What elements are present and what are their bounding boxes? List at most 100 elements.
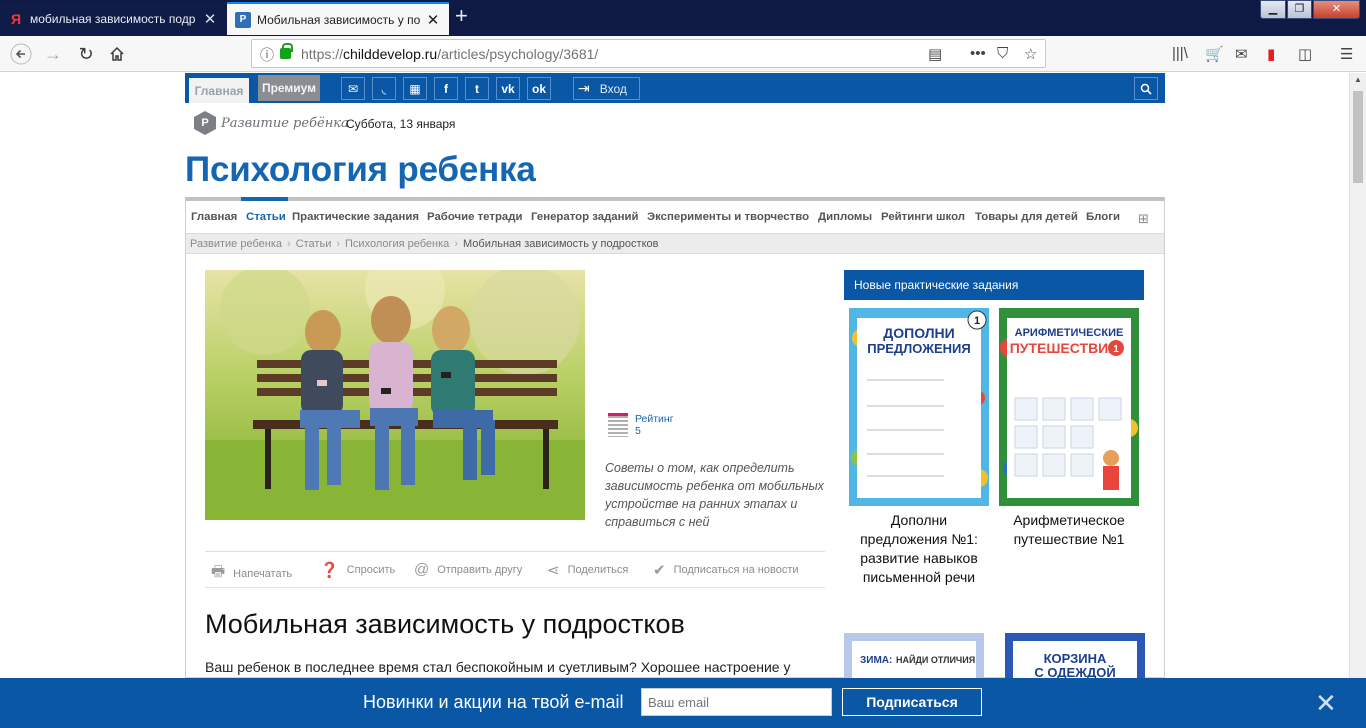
rating-bars-icon [608, 413, 628, 437]
main-content: Главная Статьи Практические задания Рабо… [185, 197, 1165, 680]
reload-icon[interactable]: ↻ [73, 42, 99, 66]
bookmark-star-icon[interactable]: ☆ [1024, 45, 1037, 63]
task-link-2[interactable]: Арифметическое путешествие №1 [999, 511, 1139, 549]
cart-icon[interactable]: 🛒 [1205, 45, 1224, 63]
site-info-icon[interactable]: ⓘ [260, 45, 274, 65]
tab-active[interactable]: Р Мобильная зависимость у по ✕ [227, 2, 449, 35]
page-scrollbar[interactable]: ▲ [1349, 73, 1366, 678]
new-tab-icon[interactable]: + [455, 5, 468, 27]
library-icon[interactable]: |||\ [1172, 45, 1188, 62]
task-cover-1[interactable]: 1 ДОПОЛНИ ПРЕДЛОЖЕНИЯ [849, 308, 989, 506]
article-rating[interactable]: Рейтинг 5 [608, 413, 674, 437]
email-promo-bar: Новинки и акции на твой e-mail Подписать… [0, 678, 1366, 728]
back-icon[interactable] [8, 42, 34, 66]
menu-item-blogs[interactable]: Блоги [1086, 211, 1120, 223]
top-premium-button[interactable]: Премиум [258, 75, 320, 101]
menu-item-task-generator[interactable]: Генератор заданий [531, 211, 639, 223]
checkmark-icon: ✔ [653, 562, 666, 579]
scrollbar-thumb[interactable] [1353, 91, 1363, 183]
tab-title: мобильная зависимость подр [30, 11, 196, 26]
tab-close-icon[interactable]: ✕ [425, 11, 441, 29]
breadcrumb-item[interactable]: Психология ребенка [345, 238, 449, 250]
cover-title-line-2: С ОДЕЖДОЙ [1034, 665, 1115, 679]
url-path: /articles/psychology/3681/ [437, 46, 599, 62]
subscribe-news-button[interactable]: ✔ Подписаться на новости [653, 561, 799, 579]
article-title: Мобильная зависимость у подростков [205, 609, 685, 639]
at-sign-icon: @ [414, 561, 430, 578]
close-icon[interactable]: ✕ [1315, 688, 1337, 719]
menu-hamburger-icon[interactable]: ☰ [1340, 45, 1353, 63]
main-menu: Главная Статьи Практические задания Рабо… [186, 197, 1164, 235]
menu-item-kids-goods[interactable]: Товары для детей [975, 211, 1078, 223]
menu-item-articles[interactable]: Статьи [246, 211, 286, 223]
scroll-up-icon[interactable]: ▲ [1354, 75, 1362, 84]
twitter-icon[interactable]: t [465, 77, 489, 100]
mail-icon[interactable]: ✉ [1235, 45, 1248, 63]
cover-title-line-1: ЗИМА: [860, 655, 892, 666]
sitemap-icon[interactable]: ⊞ [1138, 211, 1149, 227]
qr-icon[interactable]: ▦ [403, 77, 427, 100]
forward-icon[interactable]: → [40, 42, 66, 66]
breadcrumb-separator-icon: › [336, 237, 341, 250]
email-field[interactable] [641, 688, 832, 716]
breadcrumb-item[interactable]: Развитие ребенка [190, 238, 282, 250]
ask-button[interactable]: ❓ Спросить [320, 561, 395, 579]
login-button[interactable]: ⇥ Вход [573, 77, 640, 100]
cover-title-line-2: ПУТЕШЕСТВИЯ [1010, 340, 1119, 356]
share-button[interactable]: ⋖ Поделиться [547, 561, 628, 579]
vk-icon[interactable]: vk [496, 77, 520, 100]
subscribe-news-label: Подписаться на новости [673, 564, 799, 576]
facebook-icon[interactable]: f [434, 77, 458, 100]
cover-title-line-1: КОРЗИНА [1044, 651, 1107, 666]
rating-value: 5 [635, 425, 641, 437]
rating-label: Рейтинг [635, 413, 674, 425]
browser-tab-bar: Я мобильная зависимость подр ✕ Р Мобильн… [0, 0, 1366, 36]
site-logo[interactable]: Р Развитие ребёнка [194, 111, 349, 135]
logo-text: Развитие ребёнка [221, 115, 349, 131]
breadcrumb-item[interactable]: Статьи [296, 238, 332, 250]
logo-mark-icon: Р [194, 111, 216, 135]
question-icon: ❓ [320, 562, 339, 579]
subscribe-button[interactable]: Подписаться [842, 688, 982, 716]
tab-title: Мобильная зависимость у по [257, 12, 421, 27]
menu-item-home[interactable]: Главная [191, 211, 237, 223]
print-label: Напечатать [233, 567, 293, 580]
menu-item-school-ratings[interactable]: Рейтинги школ [881, 211, 965, 223]
search-icon[interactable] [1134, 77, 1158, 100]
lock-icon[interactable] [280, 43, 293, 59]
menu-item-practical-tasks[interactable]: Практические задания [292, 211, 419, 223]
window-maximize-button[interactable]: ❐ [1287, 0, 1312, 19]
tab-inactive[interactable]: Я мобильная зависимость подр ✕ [0, 2, 226, 35]
top-home-button[interactable]: Главная [189, 75, 249, 103]
odnoklassniki-icon[interactable]: ok [527, 77, 551, 100]
cover-title-line-1: АРИФМЕТИЧЕСКИЕ [1015, 327, 1124, 339]
menu-item-workbooks[interactable]: Рабочие тетради [427, 211, 522, 223]
window-close-button[interactable]: ✕ [1313, 0, 1360, 19]
article-actions: 🖶 Напечатать ❓ Спросить @ Отправить другу ⋖… [205, 551, 825, 588]
yandex-bookmark-icon[interactable]: ▮ [1267, 45, 1275, 63]
reader-view-icon[interactable]: ▤ [928, 45, 942, 63]
cover-title-line-2: ПРЕДЛОЖЕНИЯ [867, 341, 971, 356]
sidebar-heading: Новые практические задания [844, 270, 1144, 300]
share-icon: ⋖ [547, 562, 560, 579]
menu-active-indicator [241, 197, 288, 201]
url-text[interactable]: https://childdevelop.ru/articles/psychol… [301, 46, 598, 62]
pocket-icon[interactable]: ⛉ [997, 45, 1008, 62]
tab-close-icon[interactable]: ✕ [202, 10, 218, 28]
print-button[interactable]: 🖶 Напечатать [211, 561, 292, 586]
send-to-friend-button[interactable]: @ Отправить другу [414, 561, 522, 578]
menu-item-diplomas[interactable]: Дипломы [818, 211, 872, 223]
page-actions-icon[interactable]: ••• [970, 45, 986, 62]
menu-item-experiments[interactable]: Эксперименты и творчество [647, 211, 809, 223]
task-link-1[interactable]: Дополни предложения №1: развитие навыков… [849, 511, 989, 587]
url-host: childdevelop.ru [343, 46, 438, 62]
mail-icon[interactable]: ✉ [341, 77, 365, 100]
home-icon[interactable] [104, 42, 130, 66]
task-cover-2[interactable]: АРИФМЕТИЧЕСКИЕ ПУТЕШЕСТВИЯ 1 [999, 308, 1139, 506]
sidebar-icon[interactable]: ◫ [1298, 45, 1312, 63]
address-bar[interactable]: ⓘ https://childdevelop.ru/articles/psych… [251, 39, 1046, 68]
window-minimize-button[interactable]: ▁ [1260, 0, 1286, 19]
rss-icon[interactable]: ◟ [372, 77, 396, 100]
ask-label: Спросить [346, 564, 396, 576]
yandex-favicon-icon: Я [10, 10, 22, 27]
